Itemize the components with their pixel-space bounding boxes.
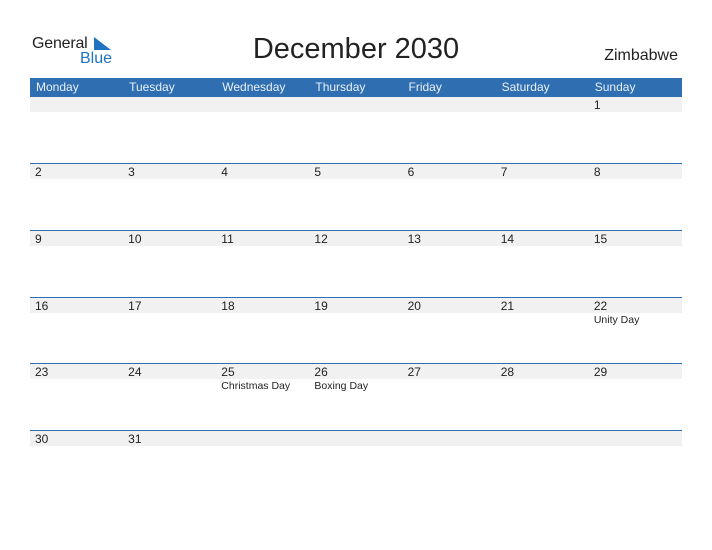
day-cell: 19 (309, 298, 402, 364)
day-cell: 26 Boxing Day (309, 364, 402, 430)
day-number: 30 (35, 432, 49, 446)
week-row: 30 31 (30, 430, 682, 497)
day-cell: 11 (216, 231, 309, 297)
day-number: 11 (221, 232, 234, 246)
day-number: 21 (500, 299, 515, 313)
day-number: 27 (407, 365, 421, 379)
day-number: 31 (128, 432, 142, 446)
day-cell: 8 (589, 164, 682, 230)
day-cell (309, 97, 402, 163)
day-cell (589, 431, 682, 497)
day-number: 20 (407, 299, 421, 313)
day-cell: 29 (589, 364, 682, 430)
weekday-thursday: Thursday (315, 80, 366, 94)
day-number: 12 (314, 232, 328, 246)
day-cell: 12 (309, 231, 402, 297)
weekday-monday: Monday (36, 80, 79, 94)
day-cell (496, 97, 589, 163)
day-cell: 13 (403, 231, 496, 297)
day-number: 22 (593, 299, 608, 313)
day-number: 17 (128, 299, 142, 313)
day-cell: 5 (309, 164, 402, 230)
weekday-friday: Friday (408, 80, 442, 94)
day-number: 24 (128, 365, 142, 379)
day-cell: 28 (496, 364, 589, 430)
week-row: 2 3 4 5 6 7 8 (30, 163, 682, 230)
weekday-wednesday: Wednesday (222, 80, 286, 94)
holiday-label: Christmas Day (221, 380, 291, 392)
day-number: 18 (221, 299, 235, 313)
day-cell: 3 (123, 164, 216, 230)
day-cell: 25 Christmas Day (216, 364, 309, 430)
day-cell: 7 (496, 164, 589, 230)
day-cell (216, 431, 309, 497)
day-cell: 21 (496, 298, 589, 364)
day-cell: 6 (403, 164, 496, 230)
day-cell: 20 (403, 298, 496, 364)
day-cell: 2 (30, 164, 123, 230)
day-cell: 23 (30, 364, 123, 430)
day-cell: 9 (30, 231, 123, 297)
day-cell: 1 (589, 97, 682, 163)
day-number: 7 (500, 165, 508, 179)
week-row: 16 17 18 19 20 21 22 Unity Day (30, 297, 682, 364)
weekday-tuesday: Tuesday (129, 80, 175, 94)
weekday-saturday: Saturday (501, 80, 550, 94)
day-number: 25 (221, 365, 235, 379)
weekday-sunday: Sunday (594, 80, 636, 94)
day-cell: 24 (123, 364, 216, 430)
day-cell (496, 431, 589, 497)
day-cell: 4 (216, 164, 309, 230)
holiday-label: Boxing Day (314, 380, 369, 392)
day-number: 2 (35, 165, 42, 179)
day-cell: 10 (123, 231, 216, 297)
day-number: 10 (128, 232, 142, 246)
day-number: 15 (593, 232, 608, 246)
day-number: 8 (593, 165, 601, 179)
day-number: 23 (35, 365, 49, 379)
day-cell (403, 97, 496, 163)
day-number: 5 (314, 165, 322, 179)
day-number: 19 (314, 299, 328, 313)
week-row: 9 10 11 12 13 14 15 (30, 230, 682, 297)
day-cell: 27 (403, 364, 496, 430)
day-number: 4 (221, 165, 228, 179)
day-number: 28 (500, 365, 515, 379)
day-cell: 22 Unity Day (589, 298, 682, 364)
day-cell: 31 (123, 431, 216, 497)
day-number: 16 (35, 299, 49, 313)
day-number: 3 (128, 165, 135, 179)
day-cell: 17 (123, 298, 216, 364)
day-number: 13 (407, 232, 421, 246)
day-cell: 30 (30, 431, 123, 497)
day-cell (216, 97, 309, 163)
day-cell: 14 (496, 231, 589, 297)
day-cell (30, 97, 123, 163)
day-cell: 15 (589, 231, 682, 297)
holiday-label: Unity Day (593, 314, 640, 326)
weekday-header: Monday Tuesday Wednesday Thursday Friday… (30, 78, 682, 97)
country-label: Zimbabwe (604, 47, 678, 64)
day-cell: 18 (216, 298, 309, 364)
day-cell (123, 97, 216, 163)
week-row: 1 (30, 97, 682, 163)
week-row: 23 24 25 Christmas Day 26 Boxing Day 27 28 29 (30, 363, 682, 430)
day-cell (403, 431, 496, 497)
day-cell (309, 431, 402, 497)
day-number: 1 (593, 98, 601, 112)
day-number: 29 (593, 365, 608, 379)
day-number: 14 (500, 232, 515, 246)
day-number: 26 (314, 365, 328, 379)
day-number: 9 (35, 232, 42, 246)
day-number: 6 (407, 165, 415, 179)
day-cell: 16 (30, 298, 123, 364)
